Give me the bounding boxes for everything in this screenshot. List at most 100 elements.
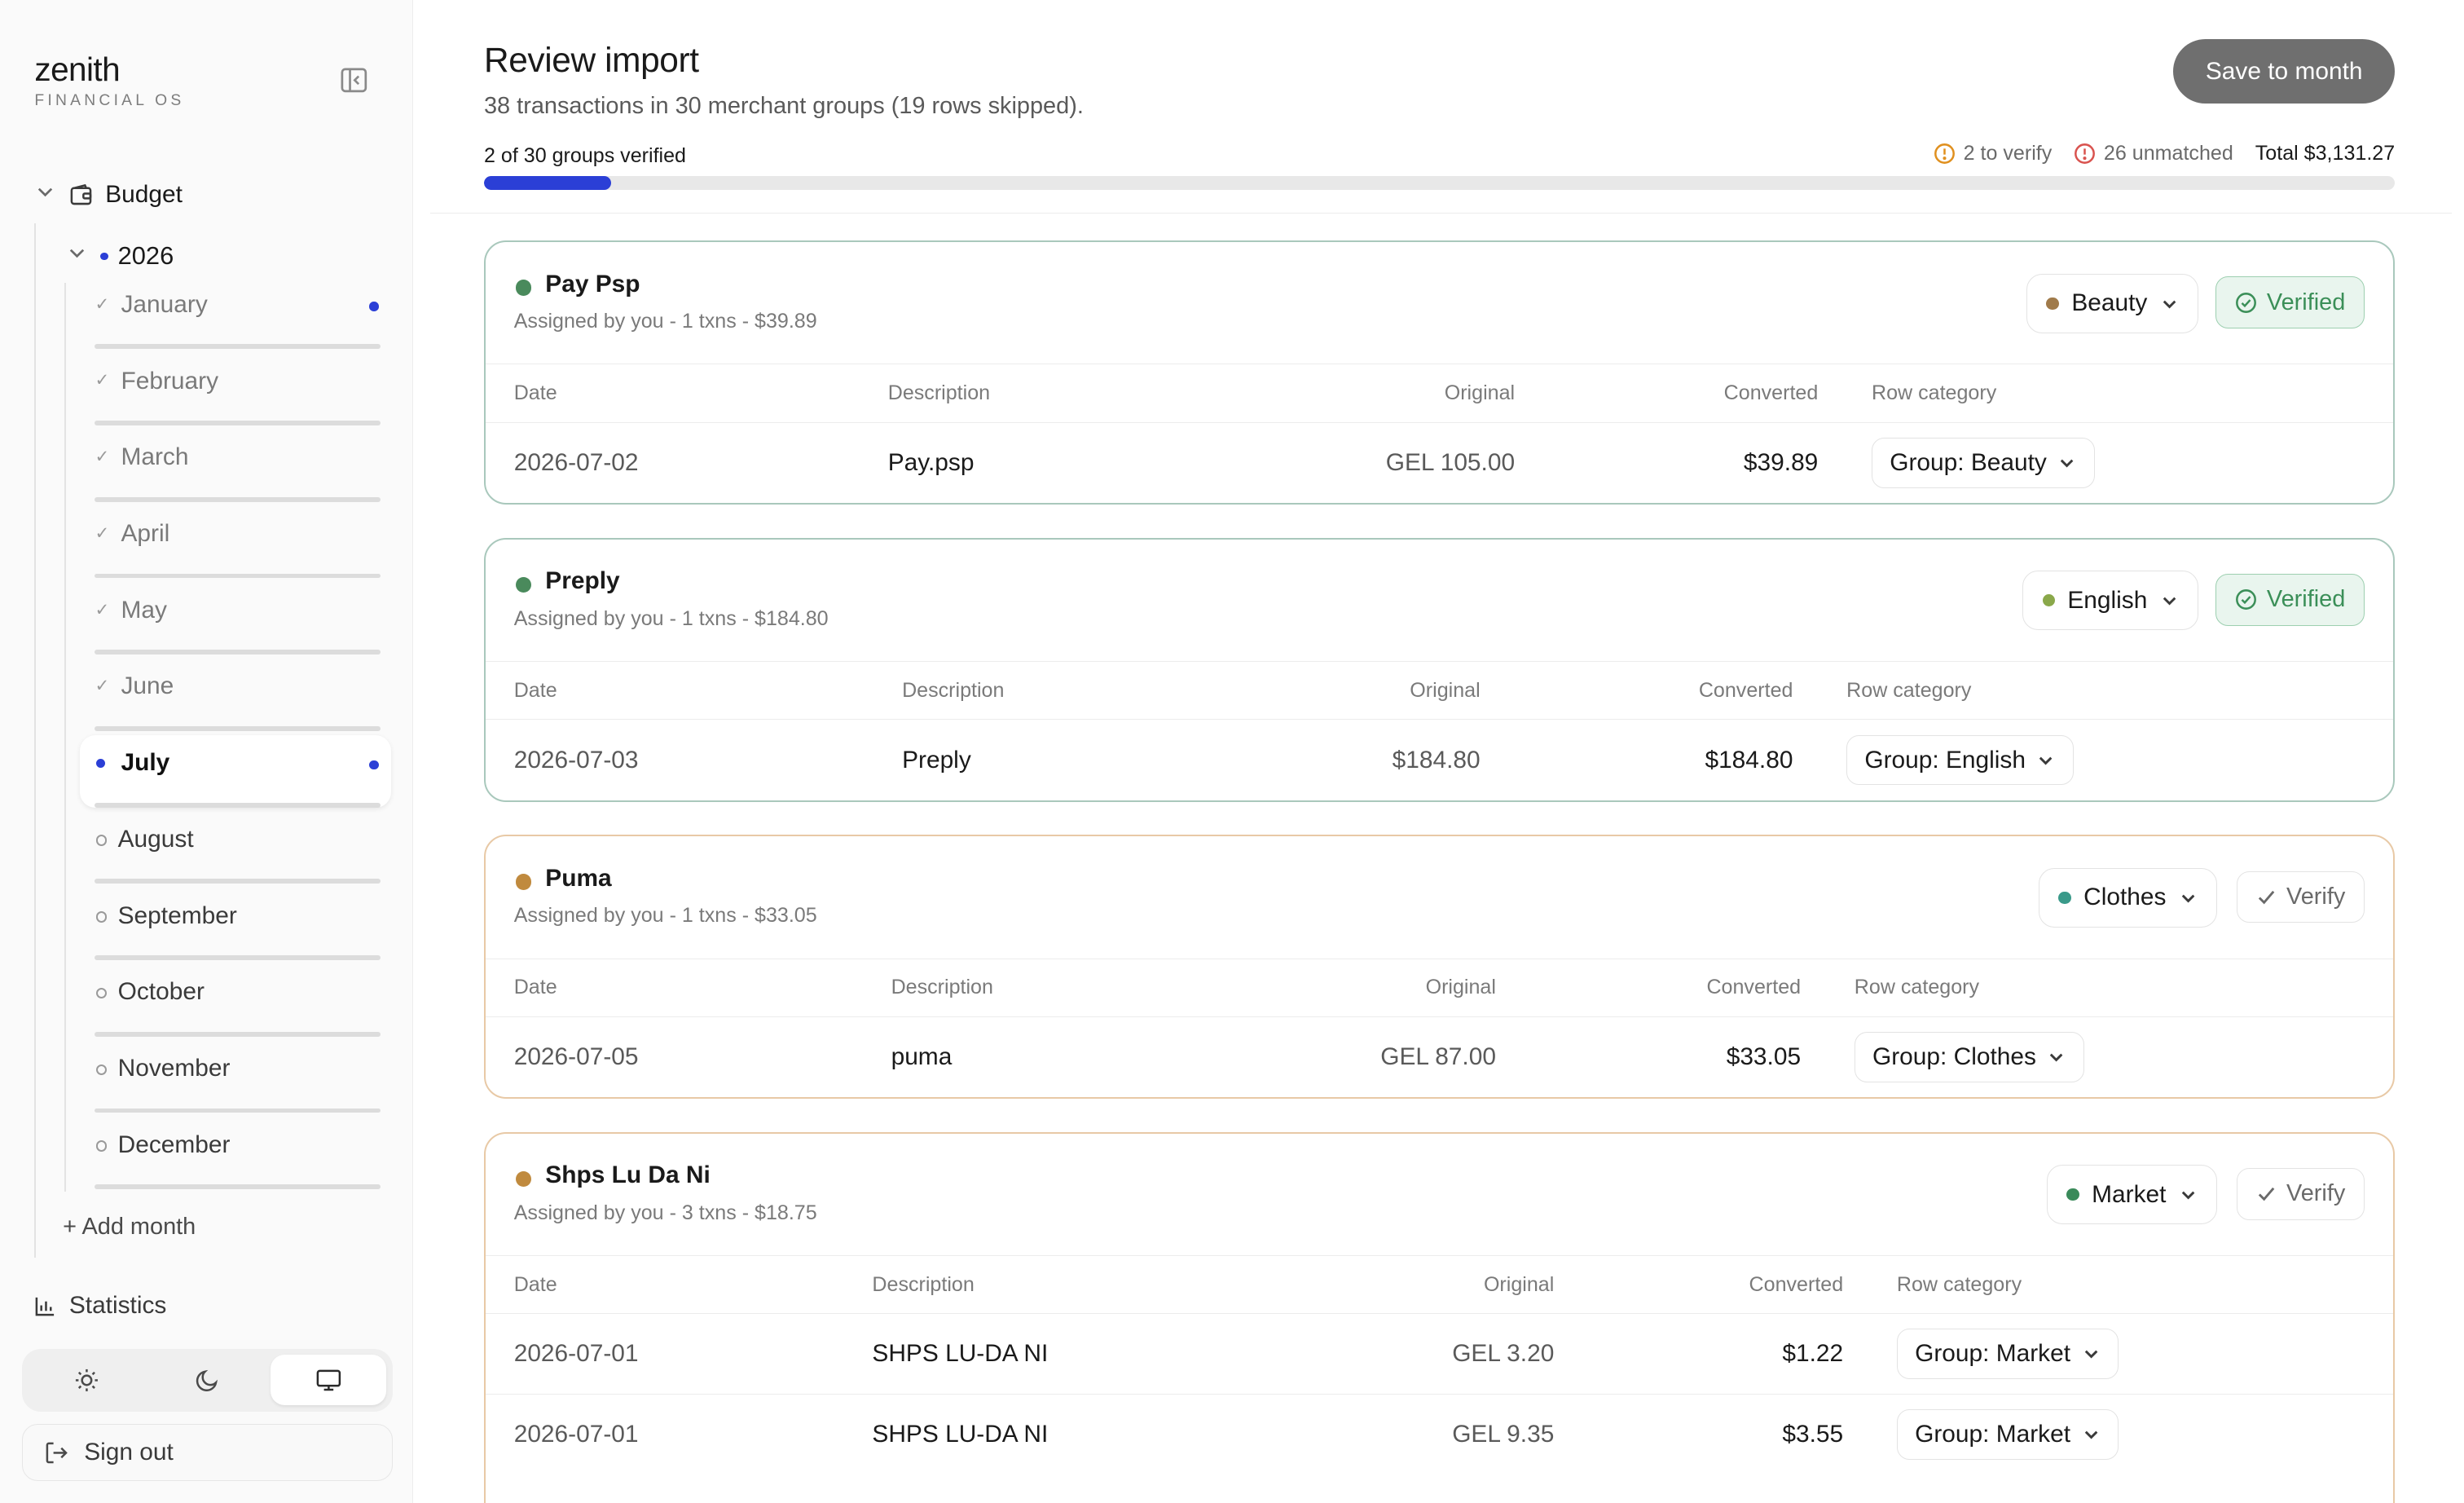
row-original: GEL 3.20 (1452, 1340, 1555, 1368)
sidebar-item-month[interactable]: ✓ May (80, 582, 391, 655)
collapse-sidebar-icon[interactable] (340, 66, 368, 95)
empty-circle-icon (95, 835, 108, 846)
sidebar-item-month[interactable]: December (80, 1117, 391, 1190)
category-dropdown[interactable]: English (2022, 571, 2199, 631)
merchant-group-card: Preply Assigned by you - 1 txns - $184.80… (484, 537, 2396, 802)
month-label: May (121, 596, 167, 624)
table-header: Date Description Original Converted Row cate… (486, 364, 2394, 423)
month-label: September (117, 901, 237, 929)
table-header: Date Description Original Converted Row cate… (486, 662, 2394, 721)
row-converted: $33.05 (1726, 1043, 1802, 1071)
col-converted: Converted (1706, 976, 1802, 999)
row-converted: $184.80 (1705, 746, 1793, 774)
budget-label: Budget (105, 181, 183, 209)
row-category-cell: Group: Market (1896, 1314, 2119, 1393)
verify-button[interactable]: Verify (2237, 1168, 2365, 1220)
sidebar-item-month[interactable]: ✓ April (80, 506, 391, 579)
col-row-category: Row category (1846, 678, 1972, 702)
year-label: 2026 (117, 241, 174, 271)
category-dropdown[interactable]: Beauty (2026, 273, 2199, 333)
group-status-dot (515, 280, 531, 296)
empty-circle-icon (95, 1140, 108, 1152)
sidebar-item-month[interactable]: September (80, 888, 391, 960)
category-color-dot (2042, 594, 2055, 607)
category-color-dot (2066, 1188, 2079, 1201)
wallet-icon (69, 183, 93, 207)
page-header: Review import 38 transactions in 30 merc… (430, 0, 2452, 214)
unmatched-text: 26 unmatched (2103, 141, 2233, 165)
chevron-down-icon (2160, 294, 2179, 313)
tree-guide (34, 223, 37, 1258)
check-icon (2256, 887, 2286, 907)
month-progress-bar (94, 573, 381, 579)
sidebar-item-month[interactable]: ✓ January (80, 276, 391, 350)
sidebar-item-statistics[interactable]: Statistics (34, 1292, 166, 1320)
sidebar-item-month[interactable]: October (80, 964, 391, 1037)
group-meta: Assigned by you - 1 txns - $184.80 (513, 606, 829, 630)
row-date: 2026-07-02 (513, 449, 639, 476)
col-original: Original (1444, 381, 1516, 405)
row-original: GEL 9.35 (1452, 1420, 1555, 1448)
sidebar-item-month[interactable]: ✓ February (80, 353, 391, 425)
theme-dark-button[interactable] (149, 1355, 266, 1405)
to-verify-count: 2 to verify (1934, 142, 2052, 165)
empty-circle-icon (95, 1064, 108, 1076)
table-header: Date Description Original Converted Row cate… (486, 1256, 2394, 1315)
alert-circle-icon (1934, 143, 1956, 165)
verified-badge[interactable]: Verified (2215, 574, 2365, 626)
category-color-dot (2046, 297, 2059, 310)
month-label: January (121, 290, 208, 318)
row-description: SHPS LU-DA NI (872, 1420, 1049, 1448)
row-category-dropdown[interactable]: Group: Clothes (1854, 1032, 2084, 1082)
row-category-cell: Group: Beauty (1872, 423, 2095, 503)
row-description: puma (891, 1043, 953, 1071)
sign-out-button[interactable]: Sign out (22, 1424, 394, 1481)
month-label: August (117, 825, 194, 853)
month-progress-bar (94, 1184, 381, 1190)
alert-circle-icon (2074, 143, 2096, 165)
sidebar-item-budget[interactable]: Budget (34, 178, 183, 212)
month-label: October (117, 978, 205, 1006)
category-label: Market (2092, 1180, 2167, 1208)
sidebar-item-month[interactable]: ✓ June (80, 659, 391, 731)
group-name: Puma (545, 864, 612, 892)
sidebar-item-month[interactable]: ✓ March (80, 430, 391, 502)
month-progress-bar (94, 496, 381, 502)
check-icon: ✓ (95, 600, 110, 619)
theme-system-button[interactable] (270, 1355, 387, 1406)
group-name: Preply (545, 567, 620, 595)
chevron-down-icon (2179, 888, 2198, 907)
sidebar-item-month[interactable]: August (80, 812, 391, 884)
table-row: 2026-07-01 SHPS LU-DA NI GEL 3.20 $1.22 Grou… (486, 1314, 2394, 1395)
table-row: 2026-07-03 Preply $184.80 $184.80 Group: Eng… (486, 720, 2393, 800)
current-dot-icon (95, 758, 106, 769)
row-category-dropdown[interactable]: Group: Market (1896, 1409, 2119, 1460)
check-icon: ✓ (95, 677, 110, 696)
sidebar-item-year[interactable]: 2026 (66, 239, 174, 273)
merchant-group-card: Pay Psp Assigned by you - 1 txns - $39.89… (484, 240, 2396, 505)
month-flag-dot (369, 302, 379, 311)
row-category-dropdown[interactable]: Group: Beauty (1872, 438, 2095, 488)
sidebar-item-month[interactable]: July (80, 734, 392, 808)
verify-button[interactable]: Verify (2237, 871, 2365, 923)
verify-label: Verify (2286, 883, 2346, 910)
category-color-dot (2058, 891, 2071, 904)
statistics-label: Statistics (68, 1292, 167, 1320)
month-label: November (117, 1055, 231, 1082)
row-category-dropdown[interactable]: Group: Market (1896, 1329, 2119, 1379)
col-original: Original (1483, 1272, 1555, 1296)
verified-badge[interactable]: Verified (2215, 276, 2365, 329)
row-original: GEL 105.00 (1385, 449, 1516, 476)
add-month-button[interactable]: + Add month (63, 1214, 196, 1241)
theme-light-button[interactable] (29, 1355, 145, 1405)
progress-fill (483, 176, 612, 191)
category-dropdown[interactable]: Clothes (2039, 867, 2218, 928)
row-category-cell: Group: English (1846, 720, 2074, 800)
year-active-dot (100, 252, 109, 261)
sidebar-item-month[interactable]: November (80, 1041, 391, 1113)
save-to-month-button[interactable]: Save to month (2173, 39, 2396, 104)
category-dropdown[interactable]: Market (2047, 1165, 2218, 1225)
row-category-dropdown[interactable]: Group: English (1846, 734, 2074, 786)
check-icon (2256, 1183, 2286, 1204)
verified-label: Verified (2266, 586, 2346, 613)
